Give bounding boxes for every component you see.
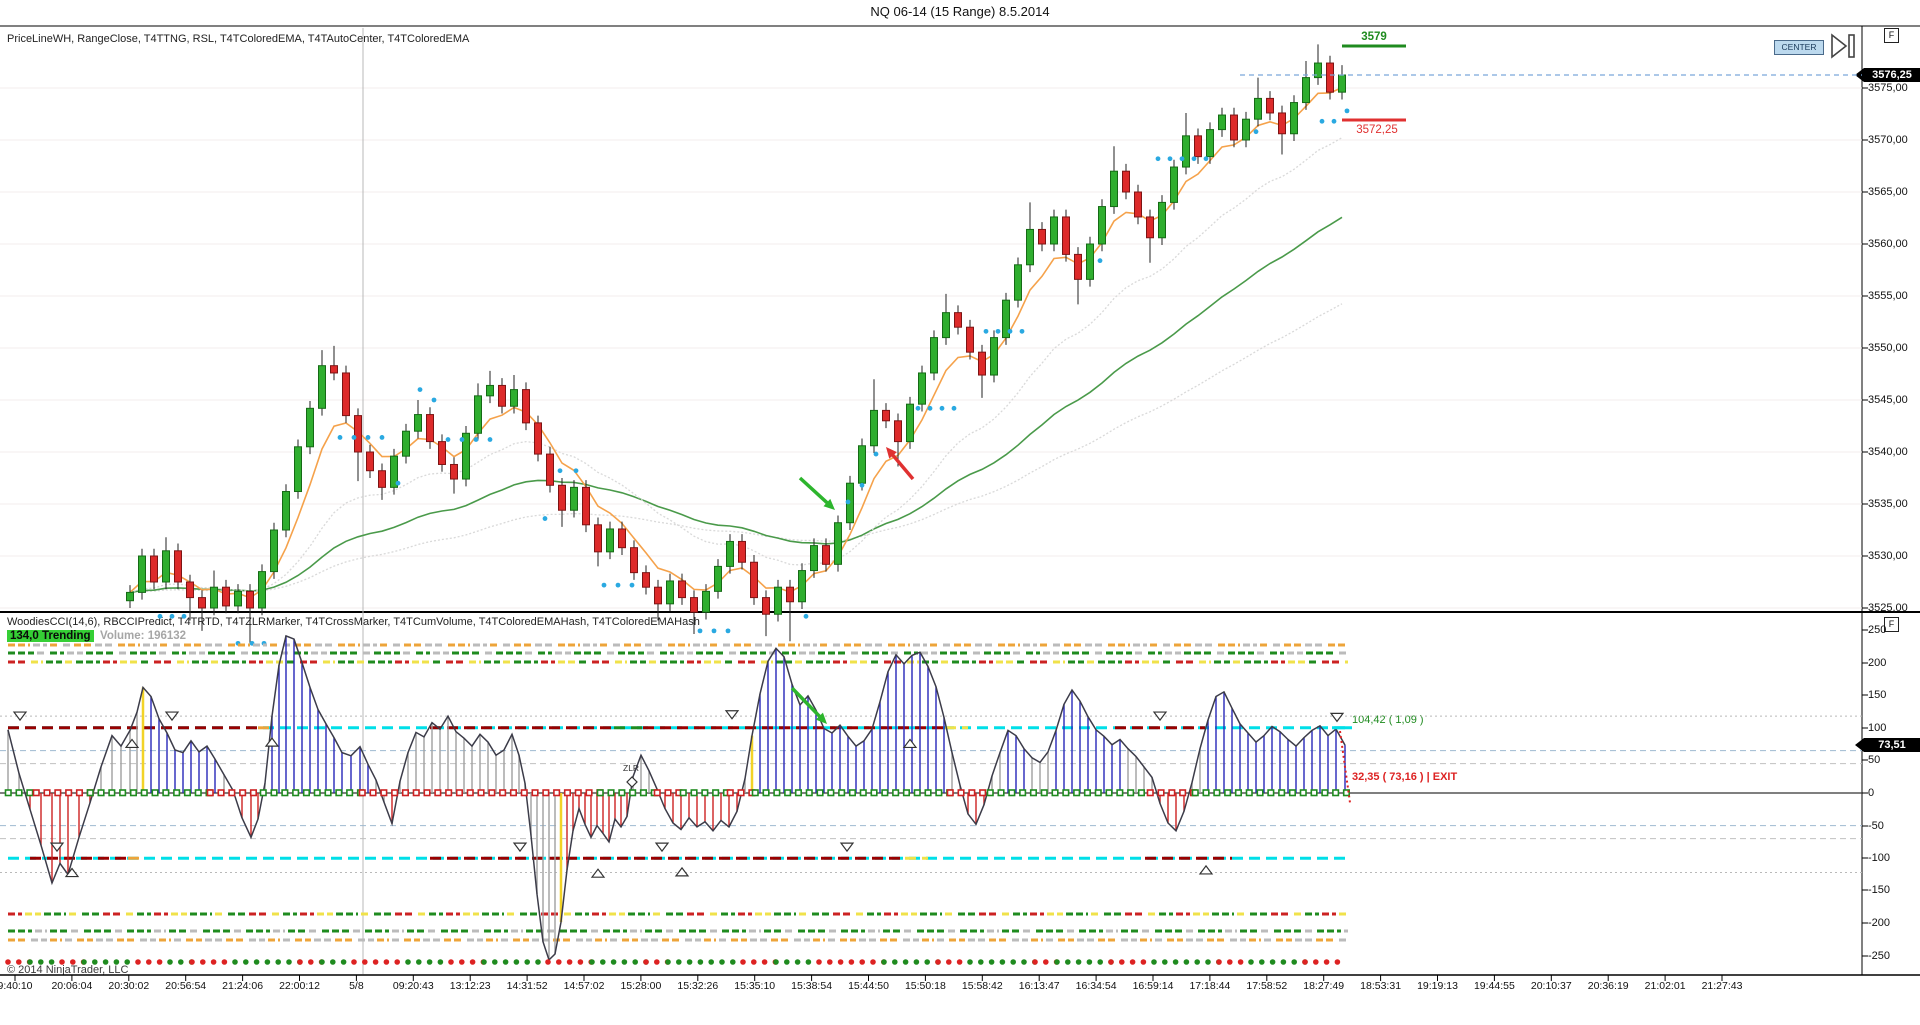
price-axis-label: 3545,00 [1868,394,1908,406]
time-axis-label: 16:13:47 [1018,980,1060,992]
cci-axis-label: -150 [1868,884,1891,896]
price-axis-label: 3550,00 [1868,342,1908,354]
time-axis-label: 15:38:54 [791,980,833,992]
time-axis-label: 14:57:02 [563,980,605,992]
time-axis-label: 20:56:54 [165,980,207,992]
price-axis-label: 3540,00 [1868,446,1908,458]
time-axis-label: 19:44:55 [1473,980,1515,992]
time-axis-label: 15:32:26 [677,980,719,992]
time-axis-label: 21:02:01 [1644,980,1686,992]
time-axis-label: 21:27:43 [1701,980,1743,992]
time-axis-label: 16:59:14 [1132,980,1174,992]
time-axis-label: 15:58:42 [961,980,1003,992]
time-axis-label: 15:44:50 [848,980,889,992]
time-axis-label: 19:19:13 [1417,980,1458,992]
time-axis-label: 20:30:02 [108,980,150,992]
time-axis-label: 17:58:52 [1246,980,1288,992]
time-axis-label: 5/8 [349,980,364,992]
price-axis-label: 3525,00 [1868,602,1908,614]
price-axis-label: 3555,00 [1868,290,1908,302]
time-axis-label: 16:34:54 [1075,980,1117,992]
time-axis-label: 15:50:18 [904,980,946,992]
cci-axis-label: -50 [1868,820,1884,832]
cci-axis-label: 150 [1868,689,1887,701]
chart-canvas[interactable] [0,0,1920,1025]
time-axis-label: 17:18:44 [1189,980,1231,992]
time-axis-label: 15:28:00 [620,980,662,992]
price-axis-label: 3535,00 [1868,498,1908,510]
cci-axis-label: 100 [1868,722,1887,734]
time-axis-label: 20:10:37 [1530,980,1572,992]
time-axis-label: 14:31:52 [506,980,548,992]
cci-axis-label: -250 [1868,950,1891,962]
price-axis-label: 3575,00 [1868,82,1908,94]
time-axis-label: 13:12:23 [449,980,491,992]
time-axis-label: 18:53:31 [1360,980,1402,992]
time-axis-label: 9:40:10 [0,980,33,992]
cci-axis-label: 50 [1868,754,1881,766]
time-axis-label: 20:36:19 [1587,980,1629,992]
time-axis-label: 15:35:10 [734,980,776,992]
price-axis-label: 3560,00 [1868,238,1908,250]
price-axis-label: 3570,00 [1868,134,1908,146]
price-axis-label: 3565,00 [1868,186,1908,198]
time-axis-label: 21:24:06 [222,980,264,992]
time-axis-label: 18:27:49 [1303,980,1345,992]
time-axis-label: 20:06:04 [51,980,93,992]
cci-axis-label: 200 [1868,657,1887,669]
cci-axis-label: -200 [1868,917,1891,929]
cci-axis-label: 250 [1868,624,1887,636]
time-axis-label: 22:00:12 [279,980,320,992]
cci-axis-label: -100 [1868,852,1891,864]
cci-axis-label: 0 [1868,787,1875,799]
time-axis-label: 09:20:43 [392,980,434,992]
price-axis-label: 3530,00 [1868,550,1908,562]
